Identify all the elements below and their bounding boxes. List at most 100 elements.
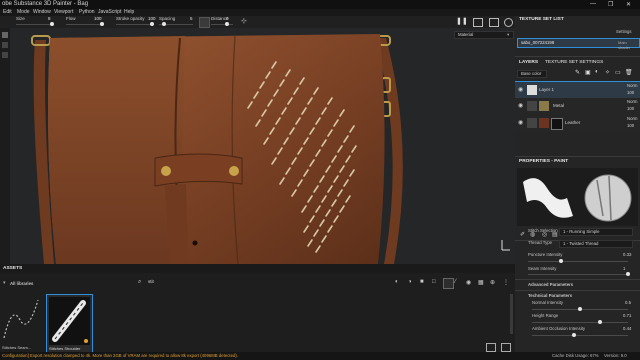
add-layer-icon[interactable]: ✎	[575, 69, 580, 76]
filter-brush-icon[interactable]: ⁄	[455, 279, 456, 285]
filter-smart-material-icon[interactable]: ■	[420, 279, 424, 285]
maximize-button[interactable]: ❐	[608, 1, 613, 8]
viewport-mode-icon[interactable]	[489, 18, 499, 27]
eraser-tool-icon[interactable]	[2, 42, 8, 48]
stroke-opacity-slider[interactable]	[116, 24, 154, 25]
library-selector[interactable]: All libraries	[10, 281, 33, 286]
layer-opacity[interactable]: 100	[627, 106, 634, 111]
close-button[interactable]: ✕	[626, 1, 631, 8]
pause-icon[interactable]: ❚❚	[456, 17, 468, 25]
visibility-eye-icon[interactable]: ◉	[518, 86, 523, 93]
delete-icon[interactable]: 🗑	[625, 69, 633, 76]
puncture-intensity-slider[interactable]	[528, 261, 628, 262]
layer-blend-mode[interactable]: Norm	[627, 99, 638, 104]
render-icon[interactable]	[504, 18, 513, 27]
filter-alpha-icon[interactable]: ▦	[478, 279, 484, 286]
version-label: Version: 9.0	[604, 353, 627, 358]
size-slider-knob[interactable]	[50, 22, 54, 26]
filter-filter-icon[interactable]: ◉	[466, 279, 471, 286]
layer-row-leather[interactable]: ◉ Leather Norm 100	[515, 115, 640, 131]
size-value[interactable]: 8	[48, 16, 51, 21]
layer-blend-mode[interactable]: Norm	[627, 116, 638, 121]
menu-bar: Edit Mode Window Viewport Python JavaScr…	[0, 9, 640, 16]
size-slider[interactable]	[16, 24, 54, 25]
layer-opacity[interactable]: 100	[627, 123, 634, 128]
grid-view-icon[interactable]	[501, 343, 511, 352]
ao-intensity-slider[interactable]	[532, 335, 628, 336]
flow-slider[interactable]	[66, 24, 104, 25]
list-view-icon[interactable]	[486, 343, 496, 352]
menu-mode[interactable]: Mode	[17, 9, 30, 15]
channel-dropdown[interactable]: Base color	[517, 70, 547, 78]
asset-preview	[49, 297, 90, 345]
height-range-slider[interactable]	[532, 322, 628, 323]
layer-row-metal[interactable]: ◉ Metal Norm 100	[515, 98, 640, 114]
fill-layer-icon[interactable]: ▣	[585, 69, 591, 76]
seam-intensity-value[interactable]: 1	[623, 266, 625, 271]
height-range-value[interactable]: 0.71	[623, 313, 631, 318]
filter-particle-icon[interactable]: ⊕	[490, 279, 495, 286]
normal-intensity-knob[interactable]	[578, 307, 582, 311]
spacing-slider-knob[interactable]	[162, 22, 166, 26]
layer-opacity[interactable]: 100	[627, 90, 634, 95]
advanced-parameters-toggle[interactable]: Advanced Parameters	[528, 282, 573, 287]
more-options-icon[interactable]: ⋮	[503, 279, 509, 286]
search-input[interactable]: stit	[146, 279, 391, 286]
symmetry-icon[interactable]: ⊹	[241, 17, 247, 25]
distance-value[interactable]: 0	[226, 16, 229, 21]
ao-intensity-knob[interactable]	[572, 333, 577, 337]
filter-stroke-icon[interactable]	[443, 278, 454, 289]
distance-slider-knob[interactable]	[225, 22, 229, 26]
minimize-button[interactable]: —	[590, 1, 596, 7]
tab-texture-set-settings[interactable]: TEXTURE SET SETTINGS	[545, 60, 603, 65]
menu-python[interactable]: Python	[79, 9, 95, 15]
ao-intensity-value[interactable]: 0.44	[623, 326, 631, 331]
filter-texture-icon[interactable]: □	[432, 279, 436, 285]
scrollbar[interactable]	[510, 294, 513, 334]
menu-help[interactable]: Help	[124, 9, 134, 15]
menu-edit[interactable]: Edit	[3, 9, 12, 15]
mask-icon[interactable]: ◐	[595, 69, 599, 75]
projection-tool-icon[interactable]	[2, 52, 8, 58]
brush-icon[interactable]: ✐	[520, 231, 525, 238]
menu-viewport[interactable]: Viewport	[54, 9, 73, 15]
status-bar: Configuration] Export resolution clamped…	[0, 352, 640, 360]
layer-name: Metal	[553, 103, 565, 108]
puncture-intensity-knob[interactable]	[559, 259, 563, 263]
stroke-opacity-value[interactable]: 100	[148, 16, 156, 21]
chevron-down-icon[interactable]: ▾	[3, 280, 6, 286]
filter-material-icon[interactable]: ◑	[408, 279, 412, 285]
distance-slider[interactable]	[211, 24, 233, 25]
texture-set-item[interactable]: sabo_007224198 Main shader	[517, 38, 640, 50]
layer-blend-mode[interactable]: Norm	[627, 83, 638, 88]
spacing-value[interactable]: 5	[190, 16, 193, 21]
thread-type-dropdown[interactable]: 1 - Twisted Thread	[559, 240, 633, 248]
paint-tool-icon[interactable]	[2, 32, 8, 38]
normal-intensity-value[interactable]: 0.5	[625, 300, 631, 305]
folder-icon[interactable]: ▭	[615, 69, 621, 76]
menu-window[interactable]: Window	[33, 9, 51, 15]
technical-parameters-toggle[interactable]: Technical Parameters	[528, 293, 572, 298]
seam-intensity-slider[interactable]	[528, 274, 628, 275]
visibility-eye-icon[interactable]: ◉	[518, 119, 523, 126]
camera-icon[interactable]	[473, 18, 483, 27]
asset-thumbnail-stitches-shoulder[interactable]: Stitches Shoulder	[46, 294, 93, 354]
flow-value[interactable]: 100	[94, 16, 102, 21]
effects-icon[interactable]: ✧	[605, 69, 610, 76]
menu-javascript[interactable]: JavaScript	[98, 9, 121, 15]
material-mode-dropdown[interactable]: Material ▾	[454, 31, 514, 39]
puncture-intensity-value[interactable]: 0.33	[623, 252, 631, 257]
lazy-mouse-icon[interactable]	[199, 17, 210, 28]
asset-thumbnail-stitches-seam[interactable]: Stitches Seam...	[0, 294, 42, 352]
settings-button[interactable]: Settings	[616, 29, 632, 34]
3d-viewport[interactable]: Material ▾	[10, 28, 515, 264]
layer-row-layer1[interactable]: ◉ Layer 1 Norm 100	[515, 81, 640, 98]
stitch-selection-dropdown[interactable]: 1 - Running Simple	[559, 228, 633, 236]
tab-layers[interactable]: LAYERS	[519, 60, 538, 65]
visibility-eye-icon[interactable]: ◉	[518, 102, 523, 109]
filter-environment-icon[interactable]: ◐	[395, 279, 399, 285]
flow-slider-knob[interactable]	[100, 22, 104, 26]
stroke-opacity-knob[interactable]	[150, 22, 154, 26]
height-range-knob[interactable]	[598, 320, 603, 324]
seam-intensity-knob[interactable]	[626, 272, 630, 276]
